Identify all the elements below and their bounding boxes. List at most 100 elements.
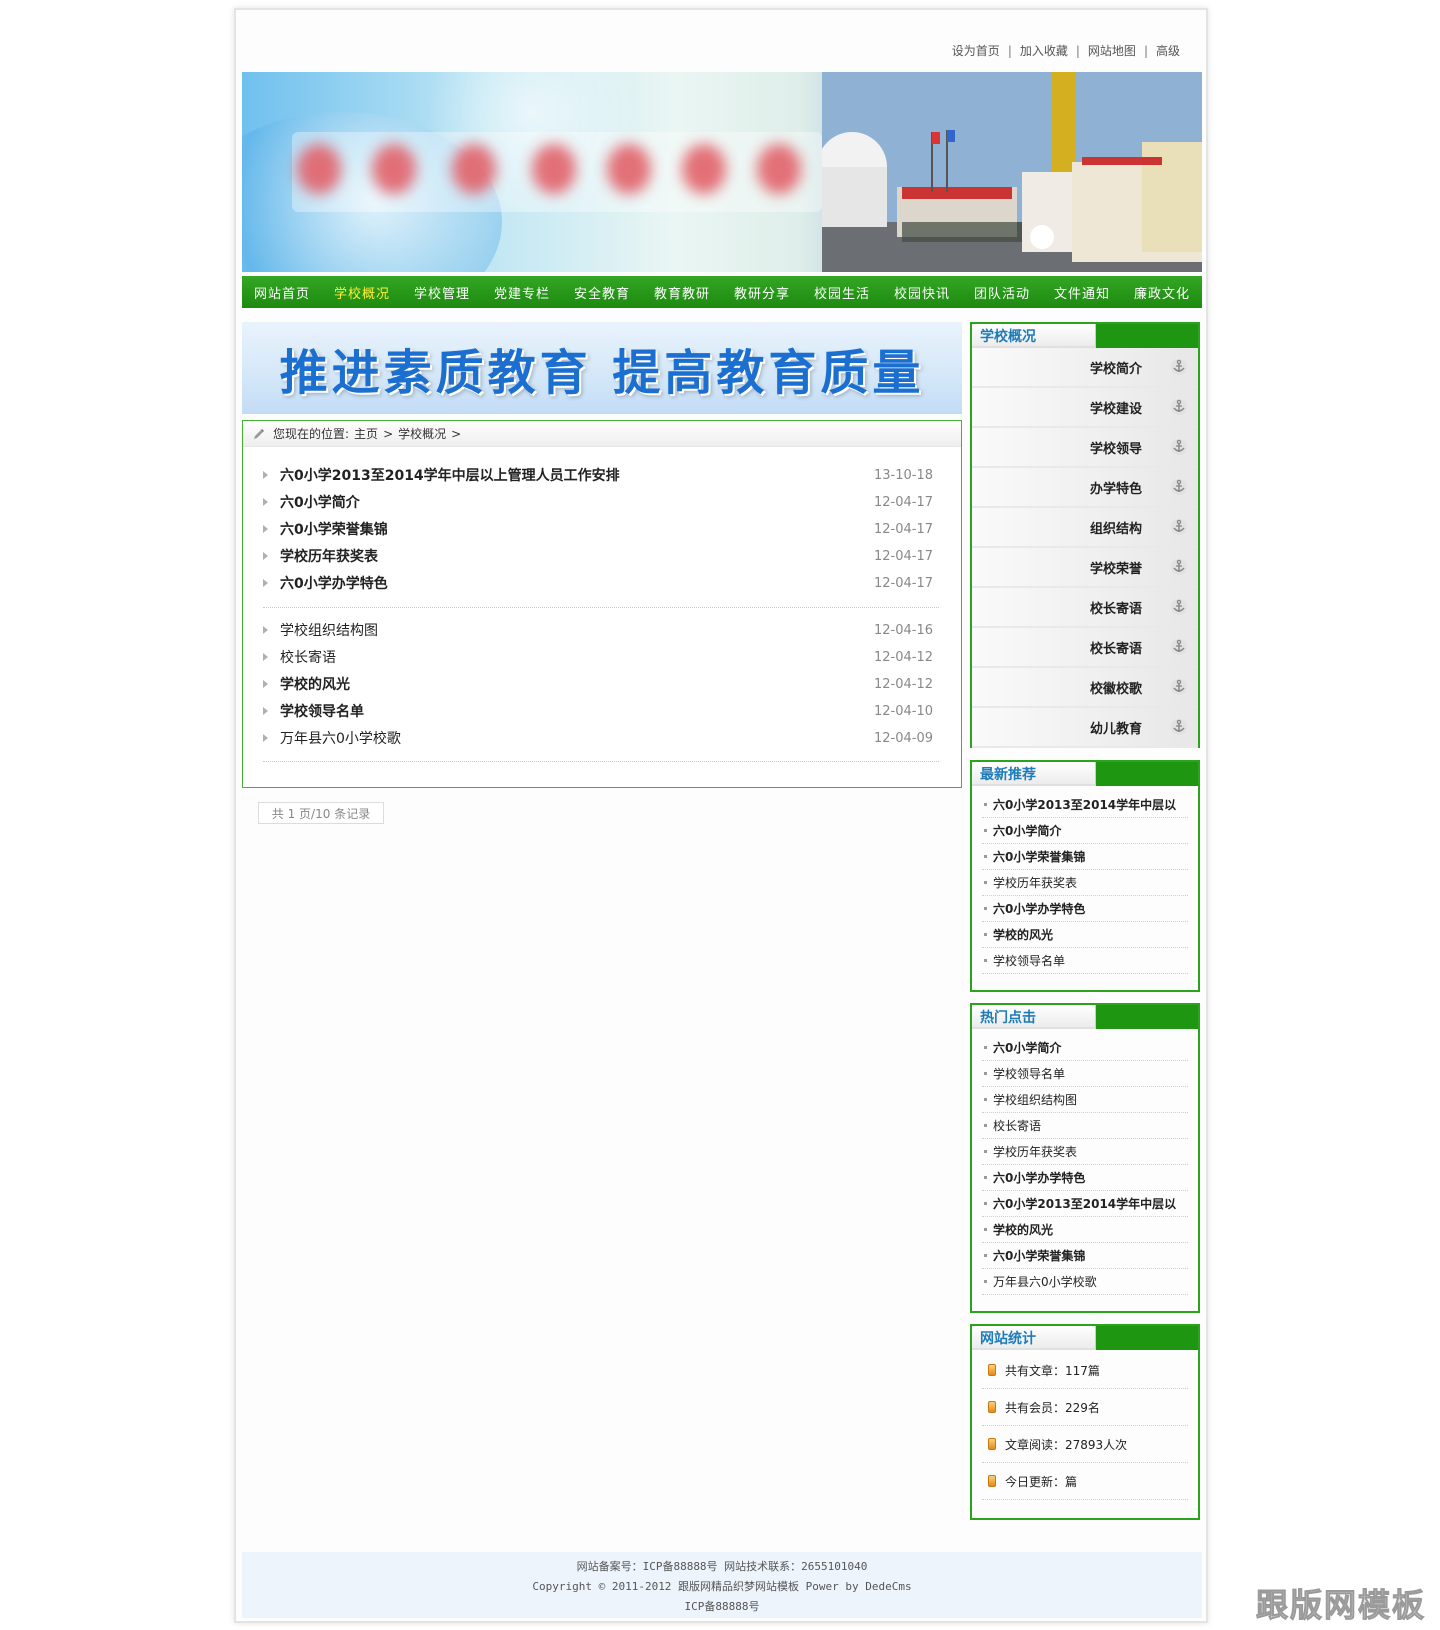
separator: | — [1007, 44, 1012, 58]
list-item[interactable]: 学校历年获奖表 — [982, 1139, 1188, 1165]
list-item[interactable]: 六0小学荣誉集锦 — [982, 844, 1188, 870]
article-row[interactable]: 六0小学2013至2014学年中层以上管理人员工作安排 13-10-18 — [263, 461, 943, 489]
advanced-link[interactable]: 高级 — [1156, 44, 1180, 58]
bullet-arrow-icon — [263, 498, 268, 506]
slogan-banner: 推进素质教育 提高教育质量 — [242, 322, 962, 414]
panel-header-bar — [1096, 762, 1198, 786]
article-row[interactable]: 六0小学办学特色 12-04-17 — [263, 569, 943, 597]
list-item[interactable]: 学校领导名单 — [982, 1061, 1188, 1087]
article-title[interactable]: 学校组织结构图 — [280, 620, 873, 640]
category-item[interactable]: 幼儿教育 — [972, 708, 1198, 748]
article-title[interactable]: 学校领导名单 — [280, 701, 873, 721]
list-item[interactable]: 六0小学简介 — [982, 818, 1188, 844]
category-label: 学校建设 — [1089, 401, 1142, 417]
article-row[interactable]: 学校的风光 12-04-12 — [263, 670, 943, 698]
list-item-label: 六0小学荣誉集锦 — [993, 1249, 1086, 1263]
article-row[interactable]: 学校历年获奖表 12-04-17 — [263, 542, 943, 570]
stat-item: 共有文章：117篇 — [982, 1352, 1188, 1389]
category-item[interactable]: 校徽校歌 — [972, 668, 1198, 708]
nav-item-research-sharing[interactable]: 教研分享 — [722, 283, 802, 302]
list-item[interactable]: 校长寄语 — [982, 1113, 1188, 1139]
main-nav: 网站首页 学校概况 学校管理 党建专栏 安全教育 教育教研 教研分享 校园生活 … — [242, 276, 1202, 308]
category-label: 组织结构 — [1089, 521, 1142, 537]
list-item-label: 六0小学简介 — [993, 1041, 1062, 1055]
list-item[interactable]: 六0小学荣誉集锦 — [982, 1243, 1188, 1269]
category-label: 学校荣誉 — [1089, 561, 1142, 577]
bullet-icon — [984, 1254, 987, 1257]
list-item[interactable]: 学校历年获奖表 — [982, 870, 1188, 896]
set-homepage-link[interactable]: 设为首页 — [952, 44, 1000, 58]
article-title[interactable]: 万年县六0小学校歌 — [280, 728, 873, 748]
article-title[interactable]: 校长寄语 — [280, 647, 873, 667]
list-item[interactable]: 六0小学2013至2014学年中层以 — [982, 792, 1188, 818]
anchor-icon — [1171, 359, 1187, 375]
breadcrumb-current-link[interactable]: 学校概况 — [398, 425, 446, 442]
nav-item-campus-news[interactable]: 校园快讯 — [882, 283, 962, 302]
nav-item-home[interactable]: 网站首页 — [242, 283, 322, 302]
list-item[interactable]: 学校领导名单 — [982, 948, 1188, 974]
panel-header: 最新推荐 — [972, 762, 1198, 786]
list-item[interactable]: 学校的风光 — [982, 922, 1188, 948]
breadcrumb-home-link[interactable]: 主页 — [354, 425, 378, 442]
category-item[interactable]: 组织结构 — [972, 508, 1198, 548]
panel-title: 最新推荐 — [972, 762, 1096, 786]
list-item[interactable]: 六0小学简介 — [982, 1035, 1188, 1061]
nav-item-safety-education[interactable]: 安全教育 — [562, 283, 642, 302]
banner-title-glyph — [607, 144, 651, 194]
category-item[interactable]: 校长寄语 — [972, 588, 1198, 628]
article-row[interactable]: 六0小学简介 12-04-17 — [263, 488, 943, 516]
article-title[interactable]: 六0小学办学特色 — [280, 573, 873, 593]
stat-item: 共有会员：229名 — [982, 1389, 1188, 1426]
nav-item-campus-life[interactable]: 校园生活 — [802, 283, 882, 302]
document-icon — [988, 1364, 996, 1376]
article-row[interactable]: 学校组织结构图 12-04-16 — [263, 616, 943, 644]
bullet-icon — [984, 803, 987, 806]
nav-item-team-activities[interactable]: 团队活动 — [962, 283, 1042, 302]
list-item-label: 学校的风光 — [993, 1223, 1054, 1237]
nav-item-integrity-culture[interactable]: 廉政文化 — [1122, 283, 1202, 302]
add-favorite-link[interactable]: 加入收藏 — [1020, 44, 1068, 58]
footer: 网站备案号：ICP备88888号 网站技术联系：2655101040 Copyr… — [242, 1552, 1202, 1618]
list-item[interactable]: 六0小学2013至2014学年中层以 — [982, 1191, 1188, 1217]
breadcrumb-separator: > — [383, 426, 394, 441]
list-item-label: 校长寄语 — [993, 1119, 1042, 1133]
category-item[interactable]: 学校荣誉 — [972, 548, 1198, 588]
article-title[interactable]: 六0小学简介 — [280, 492, 873, 512]
list-item-label: 六0小学简介 — [993, 824, 1062, 838]
nav-item-notices[interactable]: 文件通知 — [1042, 283, 1122, 302]
list-item-label: 六0小学2013至2014学年中层以 — [993, 1197, 1177, 1211]
watermark-logo: 跟版网模板 — [1255, 1586, 1426, 1625]
stat-item: 文章阅读：27893人次 — [982, 1426, 1188, 1463]
stat-label: 今日更新：篇 — [1005, 1474, 1078, 1489]
article-title[interactable]: 学校历年获奖表 — [280, 546, 873, 566]
list-item[interactable]: 学校的风光 — [982, 1217, 1188, 1243]
category-item[interactable]: 学校建设 — [972, 388, 1198, 428]
category-item[interactable]: 学校简介 — [972, 348, 1198, 388]
category-item[interactable]: 校长寄语 — [972, 628, 1198, 668]
article-row[interactable]: 万年县六0小学校歌 12-04-09 — [263, 724, 943, 752]
nav-item-party-building[interactable]: 党建专栏 — [482, 283, 562, 302]
stats-list: 共有文章：117篇 共有会员：229名 文章阅读：27893人次 今日更新：篇 — [972, 1350, 1198, 1504]
bullet-arrow-icon — [263, 552, 268, 560]
article-title[interactable]: 学校的风光 — [280, 674, 873, 694]
list-item[interactable]: 六0小学办学特色 — [982, 896, 1188, 922]
article-title[interactable]: 六0小学2013至2014学年中层以上管理人员工作安排 — [280, 465, 873, 485]
nav-item-school-management[interactable]: 学校管理 — [402, 283, 482, 302]
list-item[interactable]: 六0小学办学特色 — [982, 1165, 1188, 1191]
category-item[interactable]: 学校领导 — [972, 428, 1198, 468]
bullet-icon — [984, 1202, 987, 1205]
list-item-label: 六0小学办学特色 — [993, 902, 1086, 916]
article-row[interactable]: 六0小学荣誉集锦 12-04-17 — [263, 515, 943, 543]
article-row[interactable]: 学校领导名单 12-04-10 — [263, 697, 943, 725]
article-row[interactable]: 校长寄语 12-04-12 — [263, 643, 943, 671]
category-item[interactable]: 办学特色 — [972, 468, 1198, 508]
bullet-icon — [984, 881, 987, 884]
list-item[interactable]: 万年县六0小学校歌 — [982, 1269, 1188, 1295]
article-date: 12-04-12 — [873, 676, 933, 692]
nav-item-school-overview[interactable]: 学校概况 — [322, 283, 402, 302]
article-title[interactable]: 六0小学荣誉集锦 — [280, 519, 873, 539]
nav-item-teaching-research[interactable]: 教育教研 — [642, 283, 722, 302]
category-label: 办学特色 — [1089, 481, 1142, 497]
list-item[interactable]: 学校组织结构图 — [982, 1087, 1188, 1113]
sitemap-link[interactable]: 网站地图 — [1088, 44, 1136, 58]
